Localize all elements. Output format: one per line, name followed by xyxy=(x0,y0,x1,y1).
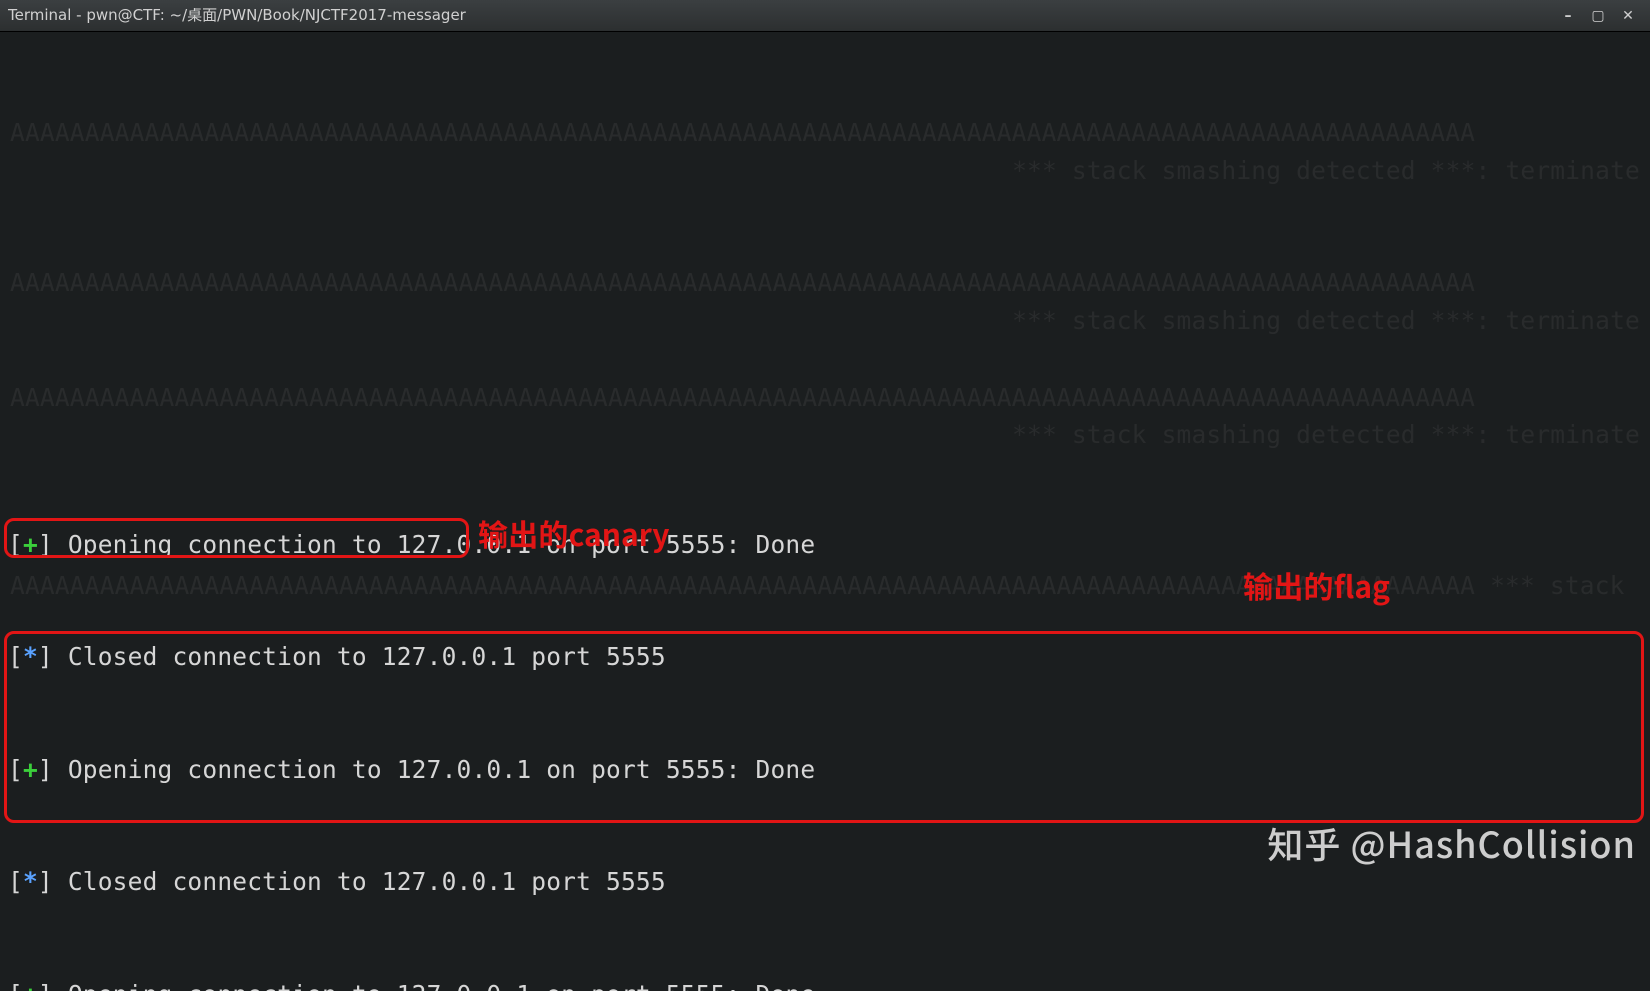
maximize-button[interactable]: ▢ xyxy=(1584,5,1612,27)
window-controls: – ▢ ✕ xyxy=(1554,5,1642,27)
log-line: [+] Opening connection to 127.0.0.1 on p… xyxy=(8,526,1642,564)
ghost-text: *** stack smashing detected ***: termina… xyxy=(10,302,1640,340)
log-line: [+] Opening connection to 127.0.0.1 on p… xyxy=(8,751,1642,789)
close-button[interactable]: ✕ xyxy=(1614,5,1642,27)
window-titlebar[interactable]: Terminal - pwn@CTF: ~/桌面/PWN/Book/NJCTF2… xyxy=(0,0,1650,32)
ghost-text: AAAAAAAAAAAAAAAAAAAAAAAAAAAAAAAAAAAAAAAA… xyxy=(10,379,1640,417)
ghost-text: AAAAAAAAAAAAAAAAAAAAAAAAAAAAAAAAAAAAAAAA… xyxy=(10,264,1640,302)
ghost-text: AAAAAAAAAAAAAAAAAAAAAAAAAAAAAAAAAAAAAAAA… xyxy=(10,567,1640,605)
annotation-label-flag: 输出的flag xyxy=(1243,570,1390,600)
minimize-button[interactable]: – xyxy=(1554,5,1582,27)
log-line: [*] Closed connection to 127.0.0.1 port … xyxy=(8,863,1642,901)
terminal-window: Terminal - pwn@CTF: ~/桌面/PWN/Book/NJCTF2… xyxy=(0,0,1650,991)
ghost-text: AAAAAAAAAAAAAAAAAAAAAAAAAAAAAAAAAAAAAAAA… xyxy=(10,114,1640,152)
window-title: Terminal - pwn@CTF: ~/桌面/PWN/Book/NJCTF2… xyxy=(8,8,1554,23)
watermark: 知乎 @HashCollision xyxy=(1267,825,1636,861)
log-line: [*] Closed connection to 127.0.0.1 port … xyxy=(8,638,1642,676)
log-line: [+] Opening connection to 127.0.0.1 on p… xyxy=(8,976,1642,991)
terminal-viewport[interactable]: AAAAAAAAAAAAAAAAAAAAAAAAAAAAAAAAAAAAAAAA… xyxy=(0,32,1650,991)
ghost-text: *** stack smashing detected ***: termina… xyxy=(10,152,1640,190)
ghost-text: *** stack smashing detected ***: termina… xyxy=(10,416,1640,454)
